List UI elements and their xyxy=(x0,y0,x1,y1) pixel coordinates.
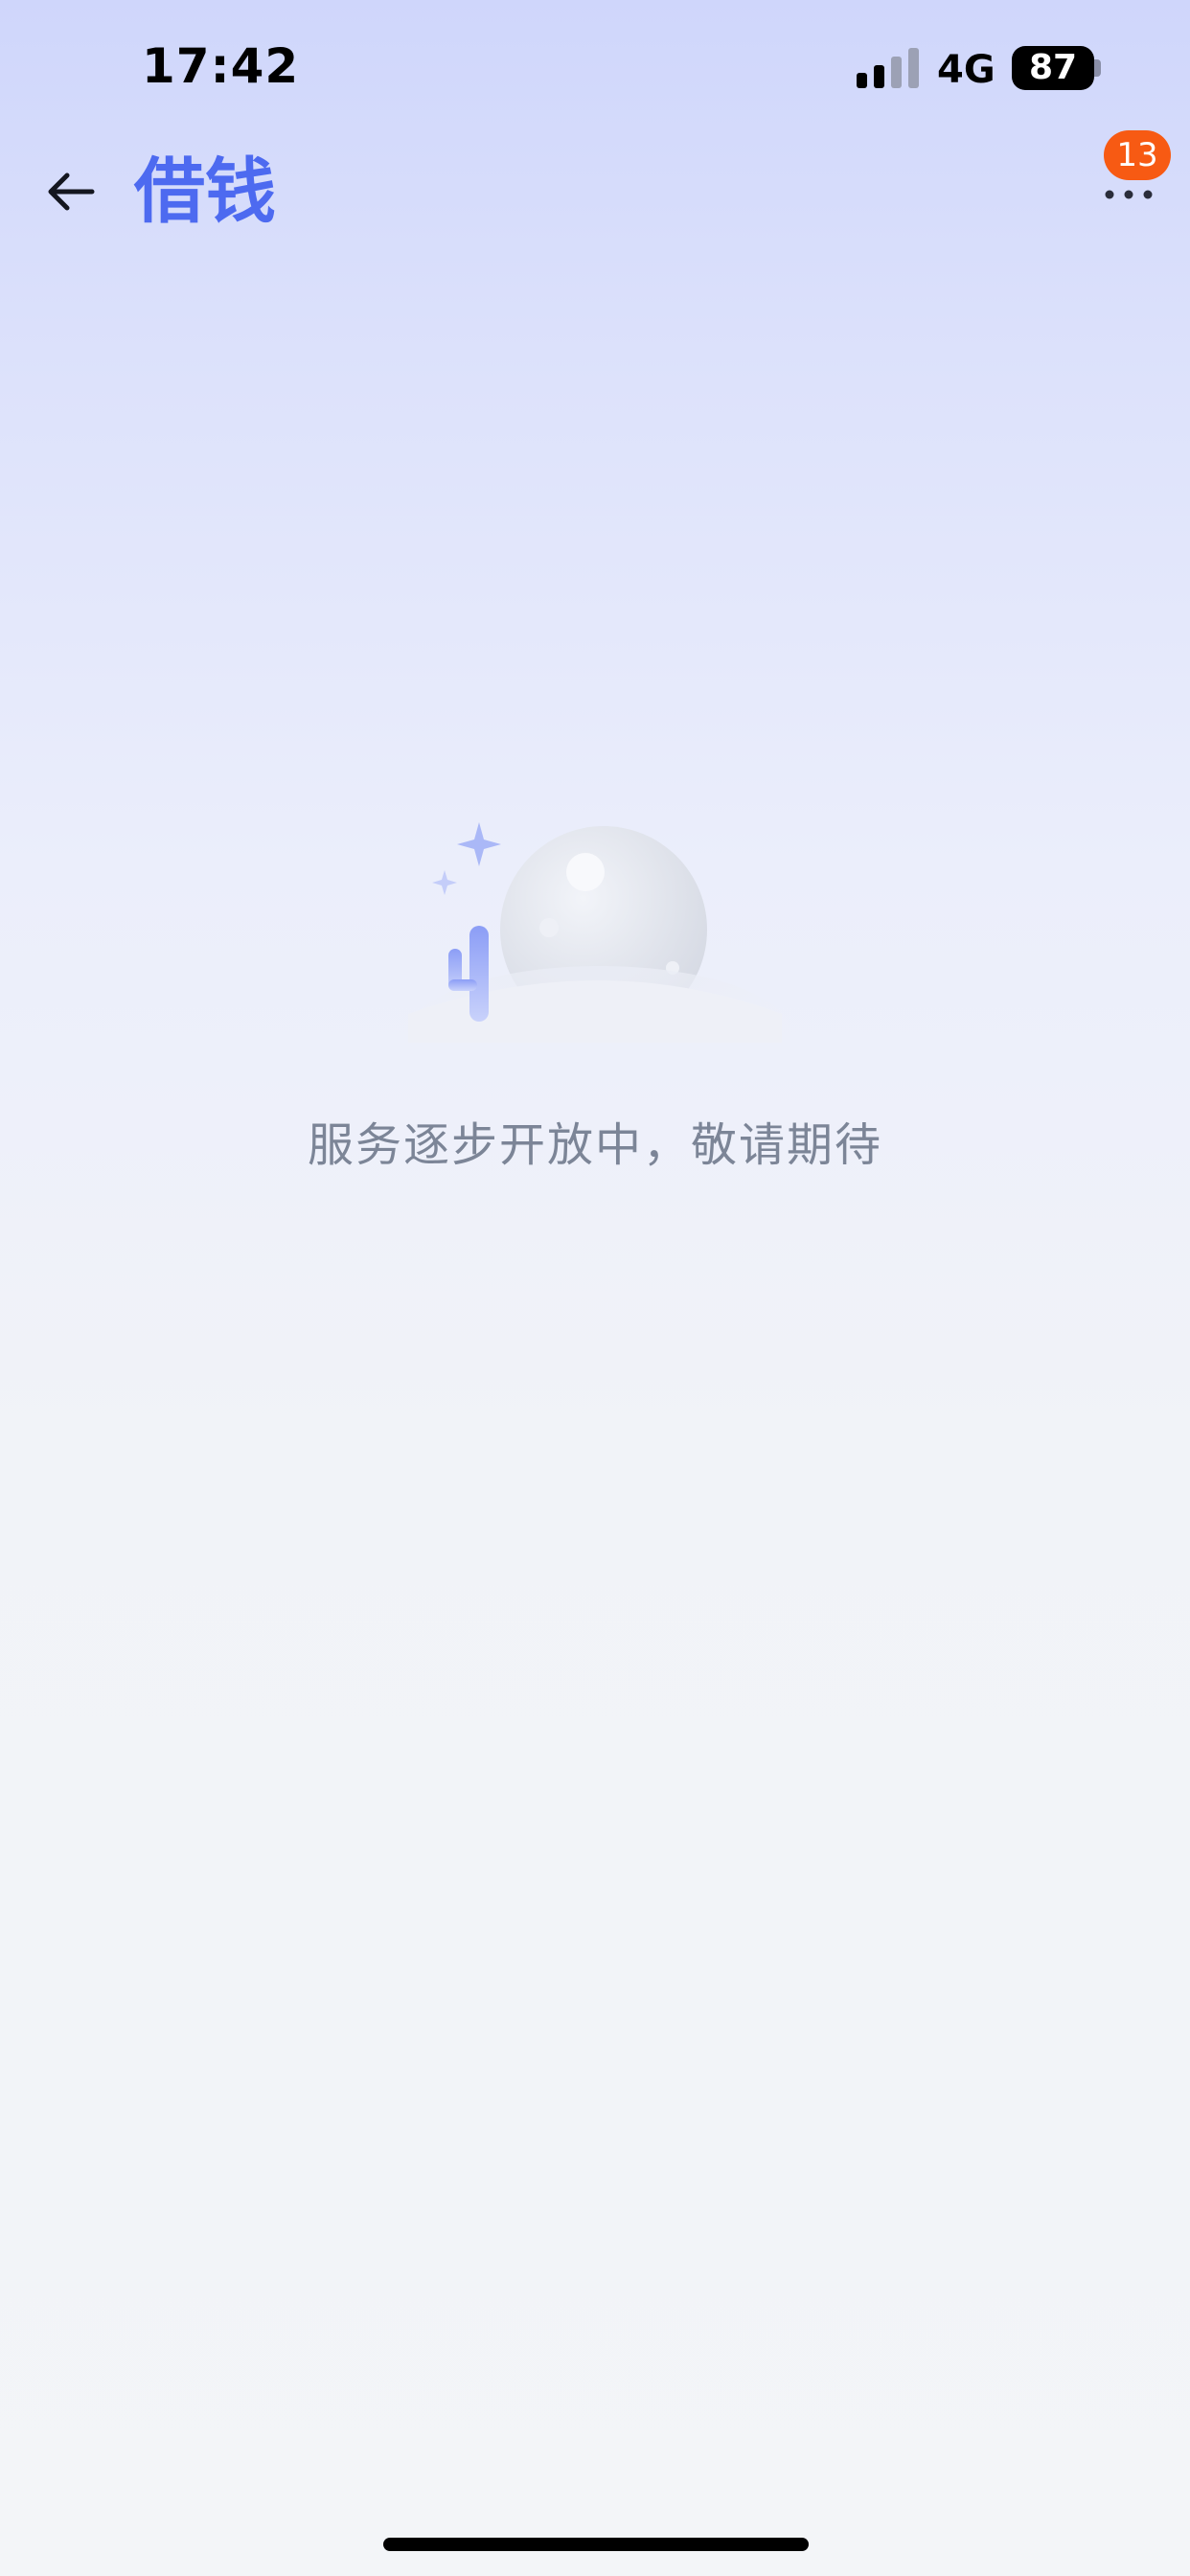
status-time: 17:42 xyxy=(142,38,300,94)
page-title: 借钱 xyxy=(134,150,276,233)
moon-cactus-empty-illustration xyxy=(408,822,791,1043)
empty-state-message: 服务逐步开放中，敬请期待 xyxy=(307,1118,882,1172)
arrow-left-icon xyxy=(48,172,95,211)
cactus-shape xyxy=(469,926,489,1022)
back-button[interactable] xyxy=(33,153,109,230)
notification-badge: 13 xyxy=(1104,130,1171,180)
battery-level: 87 xyxy=(1028,48,1078,87)
battery-icon: 87 xyxy=(1012,46,1094,90)
more-dots-icon xyxy=(1105,190,1153,199)
battery-cap xyxy=(1094,59,1101,77)
network-type: 4G xyxy=(937,48,995,92)
sparkle-small-icon xyxy=(432,870,457,895)
cellular-signal-icon xyxy=(857,48,919,88)
nav-bar: 借钱 xyxy=(0,134,1190,249)
status-bar: 17:42 4G 87 xyxy=(0,0,1190,134)
sparkle-icon xyxy=(457,822,501,866)
home-indicator[interactable] xyxy=(383,2538,809,2551)
